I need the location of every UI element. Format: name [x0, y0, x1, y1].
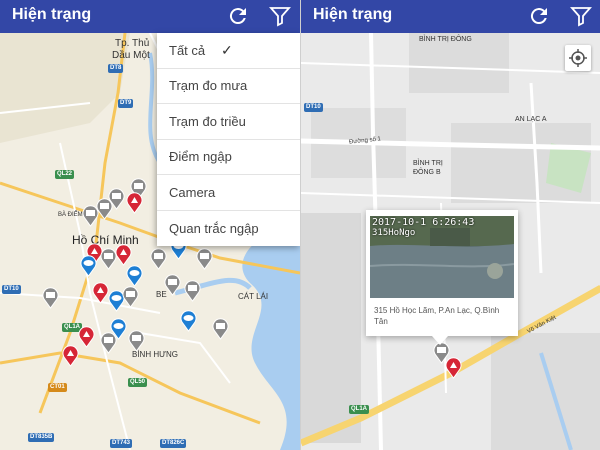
camera-marker[interactable] — [212, 318, 229, 340]
filter-option-label: Camera — [169, 184, 216, 200]
filter-option-label: Tất cả — [169, 42, 206, 58]
filter-option-tide-station[interactable]: Trạm đo triều — [157, 104, 300, 140]
filter-icon[interactable] — [268, 4, 292, 28]
camera-marker[interactable] — [184, 280, 201, 302]
left-screen: Hiện trạng Tp. Thủ Dầu Một Hồ Chí Minh B… — [0, 0, 300, 450]
filter-dropdown: Tất cả ✓ Trạm đo mưa Trạm đo triều Điểm … — [157, 33, 300, 246]
crosshair-icon — [569, 49, 587, 67]
road-shield: QL1A — [349, 405, 370, 414]
camera-snapshot[interactable]: 2017-10-1 6:26:43 315HoNgo — [370, 216, 514, 298]
camera-info-window[interactable]: 2017-10-1 6:26:43 315HoNgo 315 Hồ Học Lã… — [366, 210, 518, 336]
map-label-city1: Tp. Thủ — [115, 38, 150, 49]
road-shield: DT743 — [110, 439, 133, 448]
app-title: Hiện trạng — [313, 6, 393, 23]
road-shield: QL22 — [55, 170, 75, 179]
map-label-ba-diem: BÀ ĐIỂM — [58, 212, 83, 218]
road-shield: DT8 — [108, 64, 124, 73]
flood-point-marker[interactable] — [62, 345, 79, 367]
road-shield: DT835B — [28, 433, 55, 442]
filter-option-flood-point[interactable]: Điểm ngập — [157, 140, 300, 175]
camera-marker[interactable] — [122, 286, 139, 308]
filter-option-label: Trạm đo triều — [169, 113, 246, 129]
rain-station-marker[interactable] — [80, 255, 97, 277]
rain-station-marker[interactable] — [126, 265, 143, 287]
flood-point-marker[interactable] — [115, 244, 132, 266]
map-label-an-lac-a: AN LẠC A — [515, 116, 547, 123]
my-location-button[interactable] — [565, 45, 591, 71]
flood-point-marker[interactable] — [78, 326, 95, 348]
camera-marker[interactable] — [82, 205, 99, 227]
filter-option-label: Điểm ngập — [169, 149, 232, 165]
map-label-binh-tri-dong-b2: ĐÔNG B — [413, 169, 441, 176]
camera-address: 315 Hồ Học Lãm, P.An Lạc, Q.Bình Tân — [374, 306, 500, 326]
refresh-icon[interactable] — [527, 4, 551, 28]
filter-option-rain-station[interactable]: Trạm đo mưa — [157, 69, 300, 104]
filter-icon[interactable] — [569, 4, 593, 28]
app-title: Hiện trạng — [12, 6, 92, 23]
app-bar: Hiện trạng — [301, 0, 600, 33]
rain-station-marker[interactable] — [180, 310, 197, 332]
snapshot-timestamp: 2017-10-1 6:26:43 — [372, 217, 475, 228]
info-window-pointer — [432, 336, 448, 345]
road-shield: DT10 — [2, 285, 21, 294]
flood-point-marker[interactable] — [126, 192, 143, 214]
filter-option-label: Quan trắc ngập — [169, 220, 259, 236]
refresh-icon[interactable] — [226, 4, 250, 28]
check-icon: ✓ — [221, 42, 233, 58]
snapshot-station-id: 315HoNgo — [372, 228, 416, 238]
app-bar: Hiện trạng — [0, 0, 300, 33]
camera-marker[interactable] — [150, 248, 167, 270]
flood-point-marker[interactable] — [92, 282, 109, 304]
map-label-binh-tri-dong: BÌNH TRỊ ĐÔNG — [419, 36, 472, 43]
road-shield: DT9 — [118, 99, 134, 108]
filter-option-flood-monitoring[interactable]: Quan trắc ngập — [157, 211, 300, 247]
camera-marker[interactable] — [100, 332, 117, 354]
road-shield: DT826C — [160, 439, 187, 448]
map-label-city2: Dầu Một — [112, 50, 150, 61]
flood-point-marker[interactable] — [445, 357, 462, 379]
camera-marker[interactable] — [196, 248, 213, 270]
filter-option-all[interactable]: Tất cả ✓ — [157, 33, 300, 69]
road-shield: QL50 — [128, 378, 148, 387]
camera-marker[interactable] — [164, 274, 181, 296]
road-shield: DT10 — [304, 103, 323, 112]
map-label-binh-tri-dong-b1: BÌNH TRỊ — [413, 160, 443, 167]
camera-marker[interactable] — [42, 287, 59, 309]
filter-option-camera[interactable]: Camera — [157, 175, 300, 211]
map-label-cat-lai: CÁT LÁI — [238, 292, 269, 301]
camera-marker[interactable] — [128, 330, 145, 352]
road-shield: CT01 — [48, 383, 67, 392]
filter-option-label: Trạm đo mưa — [169, 78, 248, 94]
